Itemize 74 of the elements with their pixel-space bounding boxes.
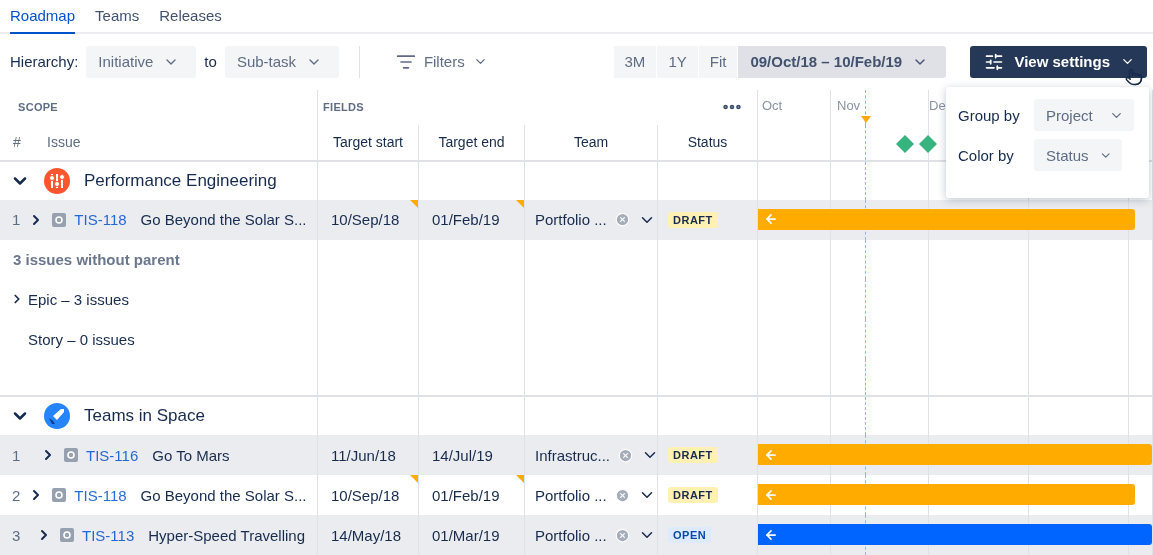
hierarchy-label: Hierarchy: (10, 53, 79, 71)
issue-row[interactable]: 1 TIS-116 Go To Mars 11/Jun/18 14/Jul/19 Infrastruc... DRAFT (0, 435, 1153, 476)
scope-heading: SCOPE (18, 101, 58, 114)
issue-key-link[interactable]: TIS-116 (86, 446, 139, 464)
view-settings-button[interactable]: View settings (970, 45, 1147, 78)
issue-row[interactable]: 3 TIS-113 Hyper-Speed Travelling 14/May/18 01/Mar/19 Portfolio ... OPEN (0, 515, 1153, 555)
issue-key-link[interactable]: TIS-118 (74, 486, 127, 504)
target-end-date: 14/Jul/19 (432, 446, 493, 464)
issue-type-icon (52, 212, 67, 227)
target-start-date: 11/Jun/18 (331, 446, 396, 464)
team-value: Infrastruc... (535, 446, 611, 464)
fields-heading: FIELDS (323, 101, 364, 114)
issue-type-group[interactable]: Epic – 3 issues (28, 290, 129, 308)
hierarchy-from-select[interactable]: Initiative (86, 45, 197, 78)
month-label: De (929, 97, 946, 113)
issue-type-icon (52, 488, 67, 503)
status-lozenge: DRAFT (668, 447, 718, 464)
cursor-icon (1125, 68, 1143, 86)
milestone-icon (919, 134, 937, 153)
tab[interactable]: Teams (95, 0, 140, 34)
issue-summary: Go To Mars (152, 446, 230, 464)
setting-label: Color by (958, 146, 1015, 164)
column-header: # (13, 134, 22, 151)
hierarchy-to-select[interactable]: Sub-task (224, 45, 339, 78)
row-number: 2 (12, 486, 21, 504)
issue-type-icon (60, 528, 74, 542)
issue-key-link[interactable]: TIS-118 (74, 211, 127, 229)
target-start-date: 14/May/18 (331, 526, 402, 544)
target-end-date: 01/Mar/19 (432, 526, 500, 544)
status-lozenge: OPEN (668, 527, 712, 543)
team-value: Portfolio ... (535, 486, 607, 504)
month-label: Nov (837, 97, 861, 113)
row-number: 3 (12, 526, 22, 544)
status-lozenge: DRAFT (668, 211, 718, 228)
issue-type-icon (64, 448, 78, 463)
issue-row[interactable]: 1 TIS-118 Go Beyond the Solar S... 10/Sep/18 01/Feb/19 Portfolio ... DRAFT (0, 199, 1153, 240)
column-header: Issue (47, 134, 81, 151)
issues-without-parent-label: 3 issues without parent (13, 251, 180, 268)
group-name: Teams in Space (84, 406, 205, 427)
column-header: Team (573, 134, 609, 151)
settings-icon (984, 51, 1005, 72)
date-range-select[interactable]: 09/Oct/18 – 10/Feb/19 (738, 45, 947, 78)
team-value: Portfolio ... (535, 526, 607, 544)
tab[interactable]: Roadmap (10, 0, 76, 34)
target-start-date: 10/Sep/18 (331, 211, 400, 229)
tab[interactable]: Releases (159, 0, 222, 34)
issue-key-link[interactable]: TIS-113 (82, 526, 135, 544)
to-label: to (204, 53, 217, 71)
rocket-icon (44, 403, 70, 430)
range-button[interactable]: 3M (613, 45, 657, 78)
status-lozenge: DRAFT (668, 487, 718, 504)
column-header: Status (687, 134, 728, 151)
setting-select[interactable]: Project (1034, 99, 1134, 131)
column-header: Target start (333, 134, 403, 151)
issue-summary: Go Beyond the Solar S... (140, 486, 307, 504)
target-end-date: 01/Feb/19 (432, 211, 500, 229)
setting-label: Group by (958, 106, 1021, 124)
group-name: Performance Engineering (84, 170, 277, 191)
team-value: Portfolio ... (535, 211, 607, 229)
row-number: 1 (12, 446, 22, 464)
range-button[interactable]: 1Y (657, 45, 698, 78)
filters-button[interactable]: Filters (389, 51, 494, 72)
issue-type-group: Story – 0 issues (28, 330, 135, 348)
month-label: Oct (762, 97, 783, 113)
issue-summary: Hyper-Speed Travelling (148, 526, 305, 544)
target-end-date: 01/Feb/19 (432, 486, 500, 504)
setting-select[interactable]: Status (1034, 139, 1122, 171)
sliders-icon (44, 167, 70, 194)
row-number: 1 (12, 211, 21, 229)
range-button[interactable]: Fit (698, 45, 738, 78)
milestone-icon (896, 134, 914, 153)
target-start-date: 10/Sep/18 (331, 486, 400, 504)
column-header: Target end (438, 134, 505, 151)
issue-summary: Go Beyond the Solar S... (140, 211, 307, 229)
